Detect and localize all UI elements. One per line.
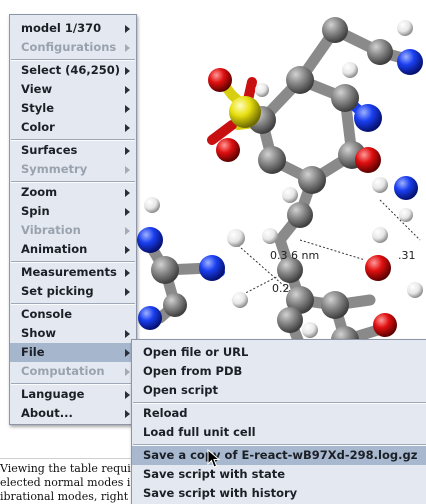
menu-item-label: View	[21, 82, 53, 96]
menu-item-about[interactable]: About...	[10, 404, 136, 423]
menu-item-save-script-with-history[interactable]: Save script with history	[132, 484, 426, 503]
submenu-arrow-icon	[125, 105, 130, 113]
menu-item-label: Save script with history	[143, 486, 298, 500]
menu-item-label: Reload	[143, 406, 188, 420]
menu-item-label: Measurements	[21, 265, 117, 279]
mouse-pointer-icon	[207, 449, 221, 468]
menu-item-label: Zoom	[21, 185, 58, 199]
menu-item-label: Select (46,250)	[21, 63, 121, 77]
context-menu: model 1/370 Configurations Select (46,25…	[9, 14, 137, 425]
menu-item-label: Vibration	[21, 223, 81, 237]
menu-item-animation[interactable]: Animation	[10, 240, 136, 259]
menu-item-set-picking[interactable]: Set picking	[10, 282, 136, 301]
submenu-arrow-icon	[125, 189, 130, 197]
menu-item-select[interactable]: Select (46,250)	[10, 61, 136, 80]
menu-item-zoom[interactable]: Zoom	[10, 183, 136, 202]
bonds	[144, 24, 416, 351]
menu-item-model[interactable]: model 1/370	[10, 19, 136, 38]
atoms	[137, 17, 423, 354]
submenu-arrow-icon	[125, 124, 130, 132]
submenu-arrow-icon	[125, 147, 130, 155]
submenu-arrow-icon	[125, 368, 130, 376]
menu-item-label: Open file or URL	[143, 345, 249, 359]
menu-item-file[interactable]: File	[10, 343, 136, 362]
menu-item-label: Color	[21, 120, 55, 134]
menu-item-label: Symmetry	[21, 162, 88, 176]
distance-label: 0.2	[272, 282, 290, 295]
menu-item-label: Surfaces	[21, 143, 78, 157]
menu-item-label: Load full unit cell	[143, 425, 256, 439]
menu-item-label: Save a copy of E-react-wB97Xd-298.log.gz	[143, 448, 418, 462]
menu-item-label: Save script with state	[143, 467, 286, 481]
menu-item-vibration: Vibration	[10, 221, 136, 240]
submenu-arrow-icon	[125, 227, 130, 235]
menu-item-open-file-or-url[interactable]: Open file or URL	[132, 343, 426, 362]
menu-item-open-from-pdb[interactable]: Open from PDB	[132, 362, 426, 381]
menu-item-load-full-unit-cell[interactable]: Load full unit cell	[132, 423, 426, 442]
menu-item-label: Set picking	[21, 284, 94, 298]
menu-item-label: Style	[21, 101, 55, 115]
menu-item-console[interactable]: Console	[10, 305, 136, 324]
submenu-arrow-icon	[125, 410, 130, 418]
menu-item-label: Spin	[21, 204, 50, 218]
menu-item-open-script[interactable]: Open script	[132, 381, 426, 400]
menu-item-label: Open from PDB	[143, 364, 243, 378]
menu-item-reload[interactable]: Reload	[132, 404, 426, 423]
menu-item-show[interactable]: Show	[10, 324, 136, 343]
menu-item-label: Language	[21, 387, 85, 401]
menu-item-computation: Computation	[10, 362, 136, 381]
menu-item-spin[interactable]: Spin	[10, 202, 136, 221]
menu-item-configurations: Configurations	[10, 38, 136, 57]
menu-item-save-script-with-state[interactable]: Save script with state	[132, 465, 426, 484]
menu-item-label: Configurations	[21, 40, 117, 54]
menu-item-label: Animation	[21, 242, 88, 256]
menu-item-label: Computation	[21, 364, 105, 378]
menu-item-label: model 1/370	[21, 21, 102, 35]
submenu-arrow-icon	[125, 25, 130, 33]
submenu-arrow-icon	[125, 166, 130, 174]
document-line: ibrational modes, right c	[0, 490, 138, 503]
menu-item-style[interactable]: Style	[10, 99, 136, 118]
file-submenu: Open file or URL Open from PDB Open scri…	[131, 339, 426, 504]
menu-item-save-a-copy[interactable]: Save a copy of E-react-wB97Xd-298.log.gz	[132, 446, 426, 465]
hydrogen-bonds	[231, 199, 421, 301]
submenu-arrow-icon	[125, 349, 130, 357]
menu-item-label: Console	[21, 307, 73, 321]
menu-item-measurements[interactable]: Measurements	[10, 263, 136, 282]
submenu-arrow-icon	[125, 330, 130, 338]
submenu-arrow-icon	[125, 86, 130, 94]
submenu-arrow-icon	[125, 208, 130, 216]
menu-item-view[interactable]: View	[10, 80, 136, 99]
menu-item-label: Show	[21, 326, 56, 340]
menu-item-label: File	[21, 345, 45, 359]
submenu-arrow-icon	[125, 44, 130, 52]
menu-item-symmetry: Symmetry	[10, 160, 136, 179]
submenu-arrow-icon	[125, 269, 130, 277]
document-line: Viewing the table requir	[0, 462, 137, 475]
submenu-arrow-icon	[125, 246, 130, 254]
menu-item-label: About...	[21, 406, 73, 420]
menu-item-surfaces[interactable]: Surfaces	[10, 141, 136, 160]
submenu-arrow-icon	[125, 391, 130, 399]
menu-item-language[interactable]: Language	[10, 385, 136, 404]
menu-item-label: Open script	[143, 383, 219, 397]
menu-item-color[interactable]: Color	[10, 118, 136, 137]
distance-label: .31	[398, 249, 416, 262]
document-line: elected normal modes is	[0, 476, 137, 489]
distance-label: 0.3 6 nm	[270, 249, 319, 262]
submenu-arrow-icon	[125, 67, 130, 75]
submenu-arrow-icon	[125, 288, 130, 296]
